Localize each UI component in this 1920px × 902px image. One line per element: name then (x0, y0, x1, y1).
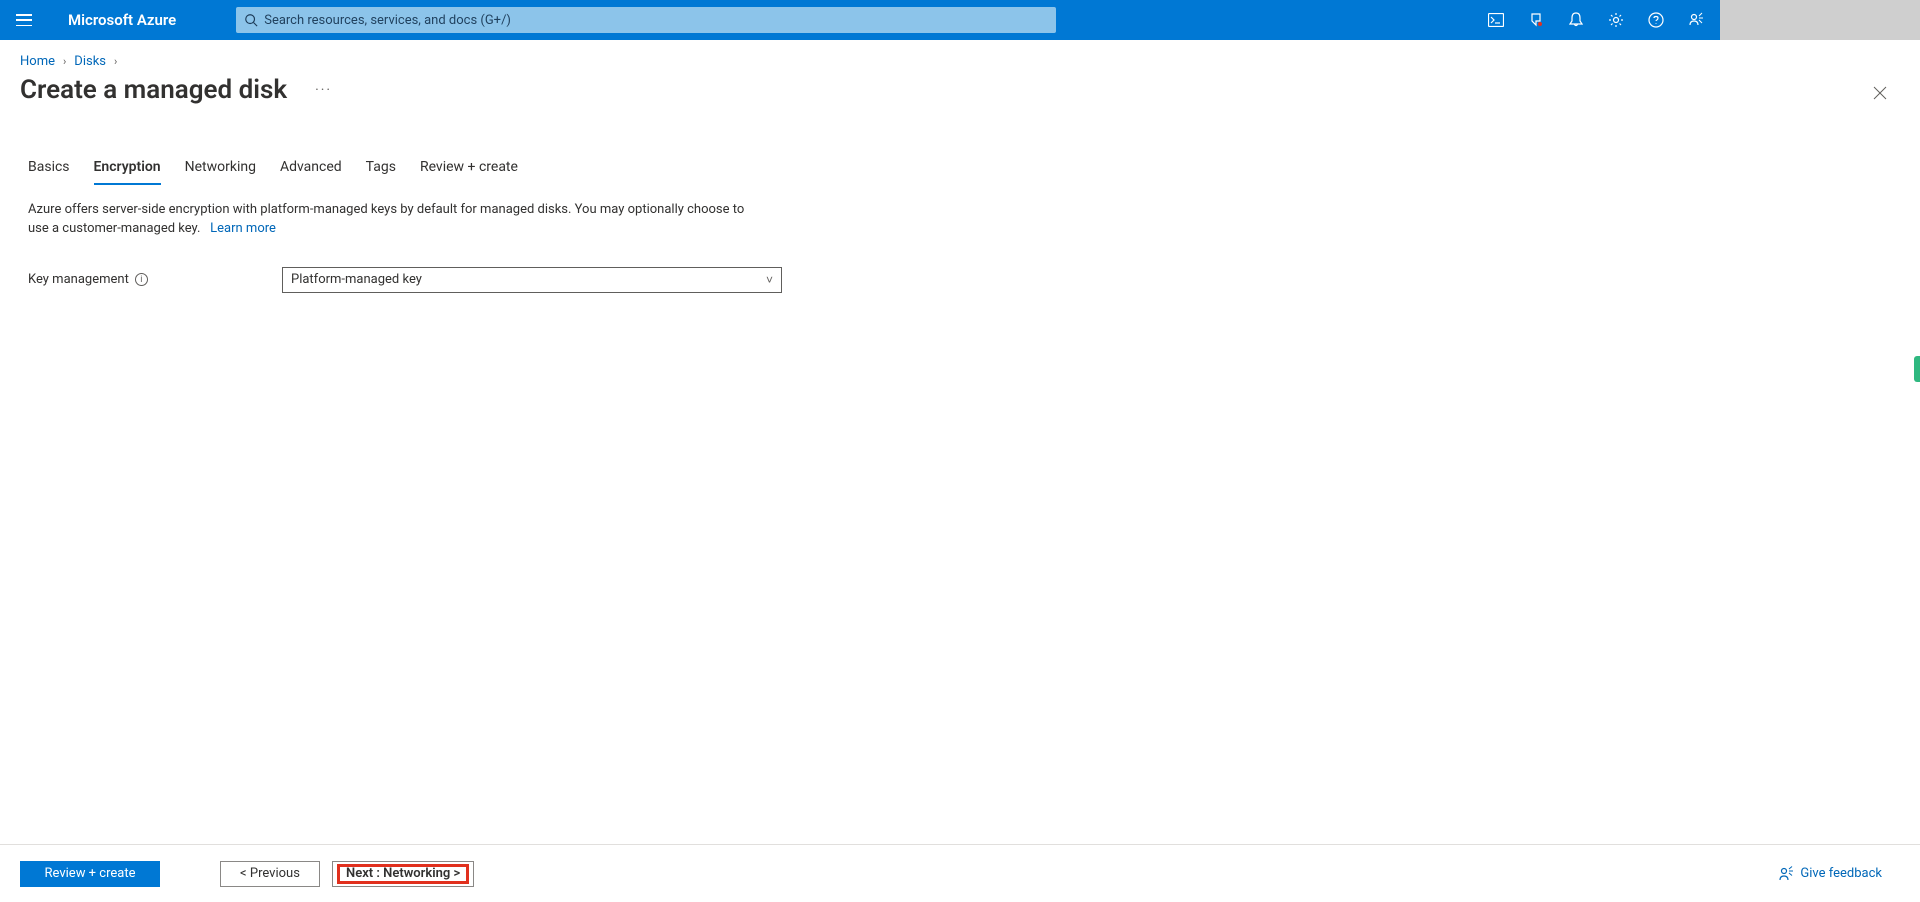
account-area[interactable] (1720, 0, 1920, 40)
tab-tags[interactable]: Tags (366, 153, 396, 185)
tab-advanced[interactable]: Advanced (280, 153, 342, 185)
brand-label[interactable]: Microsoft Azure (68, 11, 176, 29)
tab-basics[interactable]: Basics (28, 153, 70, 185)
key-management-row: Key management i Platform-managed key ˅ (0, 239, 1920, 293)
chevron-right-icon: › (63, 55, 66, 68)
notifications-icon[interactable] (1556, 0, 1596, 40)
feedback-icon[interactable] (1676, 0, 1716, 40)
hamburger-menu[interactable] (0, 0, 48, 40)
key-management-label-text: Key management (28, 272, 129, 287)
page-title: Create a managed disk (20, 75, 287, 105)
title-row: Create a managed disk ··· (0, 75, 1920, 105)
help-icon[interactable] (1636, 0, 1676, 40)
directories-icon[interactable] (1516, 0, 1556, 40)
breadcrumb-home[interactable]: Home (20, 54, 55, 69)
next-button-wrap: Next : Networking > (332, 861, 474, 887)
more-commands[interactable]: ··· (311, 78, 336, 102)
info-icon[interactable]: i (135, 273, 148, 286)
feedback-person-icon (1778, 866, 1794, 882)
tab-networking[interactable]: Networking (185, 153, 256, 185)
tab-review[interactable]: Review + create (420, 153, 518, 185)
encryption-description: Azure offers server-side encryption with… (0, 185, 780, 239)
key-management-dropdown[interactable]: Platform-managed key ˅ (282, 267, 782, 293)
tab-encryption[interactable]: Encryption (94, 153, 161, 185)
previous-button[interactable]: < Previous (220, 861, 320, 887)
top-icon-bar (1476, 0, 1716, 40)
global-search[interactable]: Search resources, services, and docs (G+… (236, 7, 1056, 33)
give-feedback-link[interactable]: Give feedback (1778, 866, 1882, 882)
breadcrumb-disks[interactable]: Disks (74, 54, 106, 69)
key-management-value: Platform-managed key (291, 272, 422, 287)
search-icon (244, 13, 258, 27)
search-placeholder: Search resources, services, and docs (G+… (264, 13, 511, 28)
breadcrumb: Home › Disks › (0, 40, 1920, 75)
wizard-footer: Review + create < Previous Next : Networ… (0, 844, 1920, 902)
next-networking-button[interactable]: Next : Networking > (337, 864, 469, 884)
settings-icon[interactable] (1596, 0, 1636, 40)
learn-more-link[interactable]: Learn more (210, 221, 276, 236)
edge-indicator (1914, 356, 1920, 382)
chevron-down-icon: ˅ (766, 273, 773, 287)
give-feedback-label: Give feedback (1800, 866, 1882, 881)
close-button[interactable] (1864, 77, 1896, 109)
cloud-shell-icon[interactable] (1476, 0, 1516, 40)
hamburger-icon (16, 14, 32, 26)
review-create-button[interactable]: Review + create (20, 861, 160, 887)
chevron-right-icon: › (114, 55, 117, 68)
key-management-label: Key management i (28, 272, 282, 287)
description-text: Azure offers server-side encryption with… (28, 202, 744, 236)
top-bar: Microsoft Azure Search resources, servic… (0, 0, 1920, 40)
tab-bar: Basics Encryption Networking Advanced Ta… (0, 105, 1920, 185)
